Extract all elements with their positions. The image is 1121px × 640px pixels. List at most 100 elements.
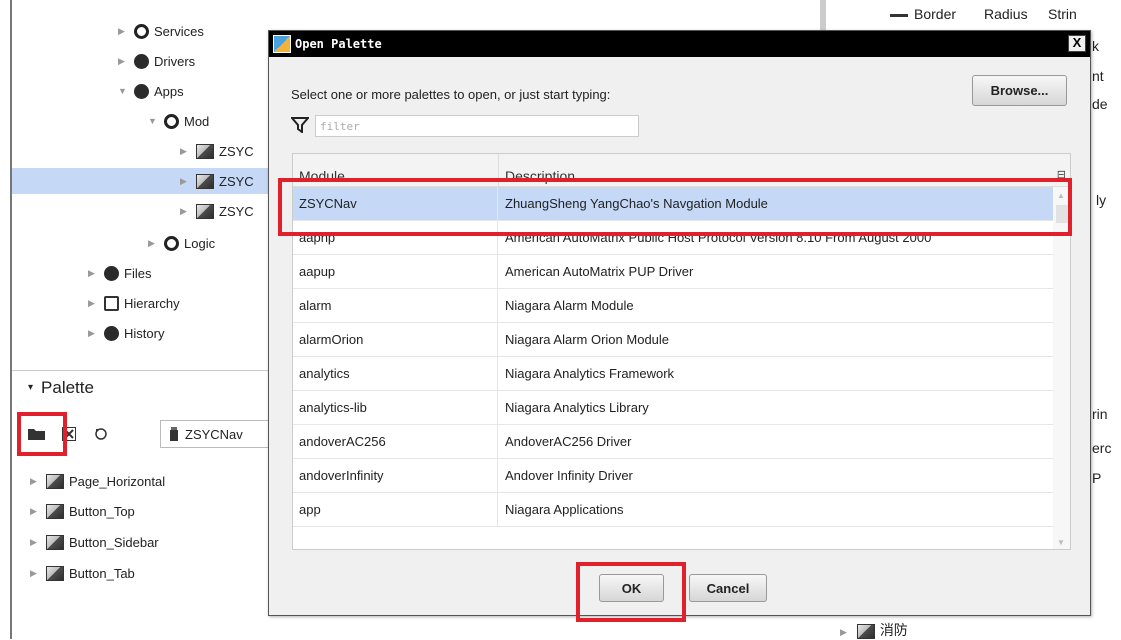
cell-description: Niagara Alarm Orion Module xyxy=(505,332,670,347)
collapse-arrow-icon[interactable]: ▼ xyxy=(118,86,134,96)
expand-arrow-icon[interactable]: ▶ xyxy=(180,176,196,187)
expand-arrow-icon[interactable]: ▶ xyxy=(148,238,164,249)
tree-item-zsyc-2[interactable]: ▶ ZSYC xyxy=(180,170,254,192)
cell-module: andoverInfinity xyxy=(293,459,498,492)
app-logo-icon xyxy=(273,35,291,53)
cancel-button[interactable]: Cancel xyxy=(689,574,767,602)
tree-item-label: History xyxy=(124,325,165,341)
collapse-caret-icon[interactable]: ▾ xyxy=(28,382,33,393)
cell-description: Niagara Alarm Module xyxy=(505,298,634,313)
cell-description: AndoverAC256 Driver xyxy=(505,434,632,449)
expand-arrow-icon[interactable]: ▶ xyxy=(30,568,46,579)
component-icon xyxy=(46,534,64,550)
palette-item-label: Page_Horizontal xyxy=(69,473,166,489)
cell-module: alarmOrion xyxy=(293,323,498,356)
table-scrollbar[interactable]: ▲ ▼ xyxy=(1053,187,1070,549)
dialog-close-button[interactable]: X xyxy=(1068,35,1086,52)
tree-item-files[interactable]: ▶ Files xyxy=(88,262,151,284)
table-row[interactable]: alarm Niagara Alarm Module xyxy=(293,289,1053,323)
services-icon xyxy=(134,23,149,39)
expand-arrow-icon[interactable]: ▶ xyxy=(30,506,46,517)
tree-item-apps[interactable]: ▼ Apps xyxy=(118,80,184,102)
cell-module: andoverAC256 xyxy=(293,425,498,458)
table-row[interactable]: analytics-lib Niagara Analytics Library xyxy=(293,391,1053,425)
palette-item-label: Button_Sidebar xyxy=(69,534,159,550)
dialog-title: Open Palette xyxy=(295,37,382,51)
collapse-arrow-icon[interactable]: ▼ xyxy=(148,116,164,126)
tree-item-services[interactable]: ▶ Services xyxy=(118,20,204,42)
scrollbar-fragment xyxy=(820,0,826,30)
component-icon xyxy=(196,203,214,219)
palette-header[interactable]: ▾ Palette xyxy=(12,370,270,404)
palette-item-button-tab[interactable]: ▶ Button_Tab xyxy=(30,562,135,584)
expand-arrow-icon[interactable]: ▶ xyxy=(840,627,847,637)
filter-icon xyxy=(289,117,311,138)
cell-description: Niagara Analytics Framework xyxy=(505,366,675,381)
tree-item-label: Mod xyxy=(184,113,210,129)
expand-arrow-icon[interactable]: ▶ xyxy=(118,26,134,37)
cell-module: app xyxy=(293,493,498,526)
tree-item-label: ZSYC xyxy=(219,203,254,219)
palette-selected-module: ZSYCNav xyxy=(185,426,243,442)
column-header-border[interactable]: Border xyxy=(890,6,956,22)
folder-circle-icon xyxy=(164,113,179,129)
cell-module: alarm xyxy=(293,289,498,322)
table-row[interactable]: analytics Niagara Analytics Framework xyxy=(293,357,1053,391)
left-edge-bar xyxy=(0,0,12,639)
tree-item-history[interactable]: ▶ History xyxy=(88,322,164,344)
tree-item-hierarchy[interactable]: ▶ Hierarchy xyxy=(88,292,180,314)
refresh-icon xyxy=(95,428,107,440)
hierarchy-icon xyxy=(104,295,119,311)
cell-description: Niagara Analytics Library xyxy=(505,400,649,415)
highlight-box-open-button xyxy=(17,412,67,456)
filter-input[interactable]: filter xyxy=(315,115,639,137)
table-row[interactable]: app Niagara Applications xyxy=(293,493,1053,527)
tree-item-drivers[interactable]: ▶ Drivers xyxy=(118,50,195,72)
table-row[interactable]: aapup American AutoMatrix PUP Driver xyxy=(293,255,1053,289)
dialog-titlebar[interactable]: Open Palette X xyxy=(269,31,1090,57)
cell-description: Andover Infinity Driver xyxy=(505,468,633,483)
expand-arrow-icon[interactable]: ▶ xyxy=(180,206,196,217)
folder-circle-icon xyxy=(164,235,179,251)
palette-item-button-top[interactable]: ▶ Button_Top xyxy=(30,500,135,522)
refresh-palette-button[interactable] xyxy=(90,423,112,445)
browse-button[interactable]: Browse... xyxy=(972,75,1067,106)
tree-item-fire[interactable]: ▶ 消防 xyxy=(840,620,908,640)
expand-arrow-icon[interactable]: ▶ xyxy=(30,476,46,487)
expand-arrow-icon[interactable]: ▶ xyxy=(88,328,104,339)
filter-placeholder: filter xyxy=(320,119,360,133)
column-header-radius[interactable]: Radius xyxy=(984,6,1028,22)
tree-item-logic[interactable]: ▶ Logic xyxy=(148,232,215,254)
table-row[interactable]: andoverAC256 AndoverAC256 Driver xyxy=(293,425,1053,459)
tree-item-label: Files xyxy=(124,265,152,281)
scroll-down-icon[interactable]: ▼ xyxy=(1057,538,1065,547)
background-fragment: rin xyxy=(1092,406,1108,422)
cell-module: aapup xyxy=(293,255,498,288)
expand-arrow-icon[interactable]: ▶ xyxy=(118,56,134,67)
expand-arrow-icon[interactable]: ▶ xyxy=(88,298,104,309)
column-header-string[interactable]: Strin xyxy=(1048,6,1077,22)
palette-item-page-horizontal[interactable]: ▶ Page_Horizontal xyxy=(30,470,165,492)
component-icon xyxy=(46,503,64,519)
expand-arrow-icon[interactable]: ▶ xyxy=(180,146,196,157)
expand-arrow-icon[interactable]: ▶ xyxy=(88,268,104,279)
palette-item-label: Button_Top xyxy=(69,503,135,519)
component-icon xyxy=(196,173,214,189)
palette-module-select[interactable]: ZSYCNav xyxy=(160,420,270,448)
background-fragment: de xyxy=(1092,96,1108,112)
component-icon xyxy=(196,143,214,159)
tree-item-zsyc-3[interactable]: ▶ ZSYC xyxy=(180,200,254,222)
component-icon xyxy=(46,473,64,489)
palette-item-button-sidebar[interactable]: ▶ Button_Sidebar xyxy=(30,531,159,553)
table-row[interactable]: alarmOrion Niagara Alarm Orion Module xyxy=(293,323,1053,357)
tree-item-mod[interactable]: ▼ Mod xyxy=(148,110,209,132)
background-fragment: P xyxy=(1092,470,1102,486)
cell-description: American AutoMatrix PUP Driver xyxy=(505,264,694,279)
expand-arrow-icon[interactable]: ▶ xyxy=(30,537,46,548)
tree-item-label: Apps xyxy=(154,83,184,99)
tree-item-zsyc-1[interactable]: ▶ ZSYC xyxy=(180,140,254,162)
cell-module: analytics xyxy=(293,357,498,390)
palette-title: Palette xyxy=(41,377,94,397)
header-label: Border xyxy=(914,6,957,22)
table-row[interactable]: andoverInfinity Andover Infinity Driver xyxy=(293,459,1053,493)
